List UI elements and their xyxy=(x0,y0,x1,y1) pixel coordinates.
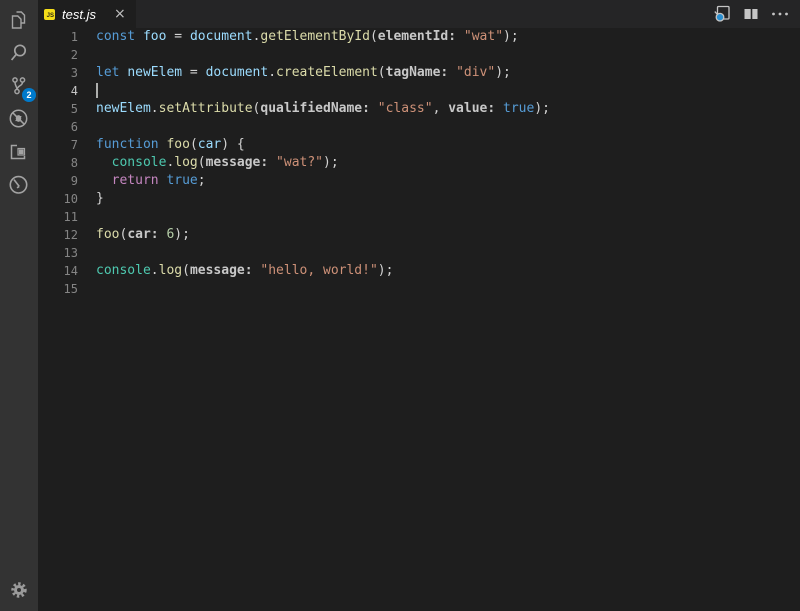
line-number: 14 xyxy=(38,262,78,280)
line-number: 2 xyxy=(38,46,78,64)
line-number: 10 xyxy=(38,190,78,208)
code-line-13[interactable]: 13 xyxy=(38,244,800,262)
line-number: 15 xyxy=(38,280,78,298)
code-line-9[interactable]: 9 return true; xyxy=(38,172,800,190)
tab-title: test.js xyxy=(62,7,96,22)
text-cursor xyxy=(96,83,98,98)
action-more-actions[interactable] xyxy=(769,3,791,25)
line-content: } xyxy=(96,190,104,208)
activity-bar-bottom xyxy=(0,573,38,606)
line-number: 5 xyxy=(38,100,78,118)
action-open-preview[interactable] xyxy=(711,3,733,25)
code-line-10[interactable]: 10} xyxy=(38,190,800,208)
line-content: return true; xyxy=(96,172,206,190)
tab-close-icon[interactable]: × xyxy=(114,7,126,21)
code-line-5[interactable]: 5 newElem.setAttribute(qualifiedName: "cl… xyxy=(38,100,800,118)
code-line-14[interactable]: 14 console.log(message: "hello, world!"); xyxy=(38,262,800,280)
line-number: 13 xyxy=(38,244,78,262)
gauge-icon xyxy=(7,173,31,197)
javascript-file-icon: JS xyxy=(44,9,55,20)
code-line-4[interactable]: 4 xyxy=(38,82,800,100)
line-content: const foo = document.getElementById(elem… xyxy=(96,28,519,46)
code-line-3[interactable]: 3 let newElem = document.createElement(ta… xyxy=(38,64,800,82)
explorer-icon xyxy=(7,8,31,32)
activity-item-settings-gear[interactable] xyxy=(0,573,38,606)
activity-item-debug[interactable] xyxy=(0,102,38,135)
line-number: 11 xyxy=(38,208,78,226)
settings-gear-icon xyxy=(7,578,31,602)
line-content: foo(car: 6); xyxy=(96,226,190,244)
line-number: 12 xyxy=(38,226,78,244)
activity-item-source-control[interactable]: 2 xyxy=(0,69,38,102)
tab-bar: JS test.js × xyxy=(38,0,800,28)
line-number: 9 xyxy=(38,172,78,190)
line-content: console.log(message: "hello, world!"); xyxy=(96,262,393,280)
line-number: 3 xyxy=(38,64,78,82)
extensions-icon xyxy=(7,140,31,164)
line-content: newElem.setAttribute(qualifiedName: "cla… xyxy=(96,100,550,118)
open-preview-icon xyxy=(711,3,733,25)
line-content: let newElem = document.createElement(tag… xyxy=(96,64,511,82)
code-line-2[interactable]: 2 xyxy=(38,46,800,64)
code-line-6[interactable]: 6 xyxy=(38,118,800,136)
split-editor-icon xyxy=(740,3,762,25)
line-number: 4 xyxy=(38,82,78,100)
line-number: 1 xyxy=(38,28,78,46)
code-line-15[interactable]: 15 xyxy=(38,280,800,298)
code-line-1[interactable]: 1 const foo = document.getElementById(ele… xyxy=(38,28,800,46)
editor-actions xyxy=(711,0,800,28)
activity-item-extensions[interactable] xyxy=(0,135,38,168)
line-content: console.log(message: "wat?"); xyxy=(96,154,339,172)
debug-icon xyxy=(7,107,31,131)
more-actions-icon xyxy=(769,3,791,25)
activity-bar-top: 2 xyxy=(0,0,38,201)
line-content: function foo(car) { xyxy=(96,136,245,154)
source-control-badge: 2 xyxy=(22,88,36,102)
code-editor[interactable]: 1 const foo = document.getElementById(ele… xyxy=(38,28,800,611)
code-line-12[interactable]: 12 foo(car: 6); xyxy=(38,226,800,244)
tab-test-js[interactable]: JS test.js × xyxy=(38,0,136,28)
line-content xyxy=(96,82,98,100)
activity-item-gauge[interactable] xyxy=(0,168,38,201)
vscode-window: 2 xyxy=(0,0,800,611)
activity-item-explorer[interactable] xyxy=(0,3,38,36)
search-icon xyxy=(7,41,31,65)
code-line-11[interactable]: 11 xyxy=(38,208,800,226)
activity-bar: 2 xyxy=(0,0,38,611)
code-line-7[interactable]: 7 function foo(car) { xyxy=(38,136,800,154)
editor-group: JS test.js × 1 const foo = document.getEl… xyxy=(38,0,800,611)
line-number: 8 xyxy=(38,154,78,172)
line-number: 6 xyxy=(38,118,78,136)
code-line-8[interactable]: 8 console.log(message: "wat?"); xyxy=(38,154,800,172)
line-number: 7 xyxy=(38,136,78,154)
action-split-editor[interactable] xyxy=(740,3,762,25)
activity-item-search[interactable] xyxy=(0,36,38,69)
